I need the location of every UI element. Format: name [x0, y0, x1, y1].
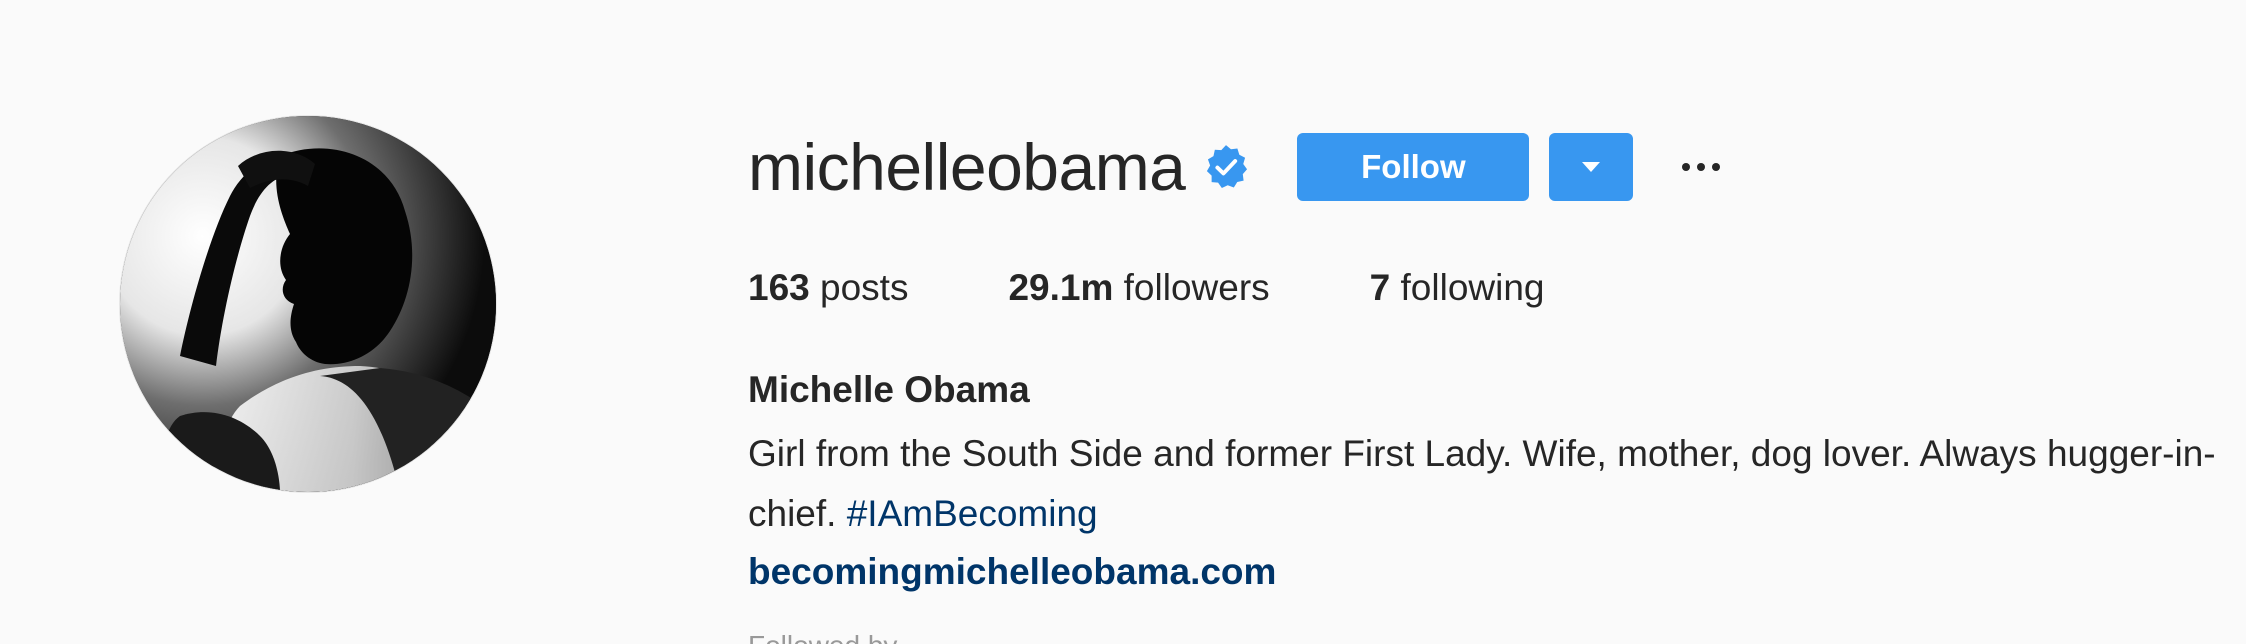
posts-stat: 163 posts — [748, 262, 908, 314]
posts-label: posts — [820, 267, 909, 308]
followed-by-text[interactable]: Followed by — [748, 626, 897, 644]
profile-page: michelleobama Follow 163 posts 29.1m fol… — [0, 0, 2246, 644]
website-link[interactable]: becomingmichelleobama.com — [748, 546, 1276, 598]
bio-hashtag-link[interactable]: #IAmBecoming — [847, 493, 1098, 534]
bio: Girl from the South Side and former Firs… — [748, 424, 2246, 544]
profile-info: michelleobama Follow 163 posts 29.1m fol… — [748, 0, 2246, 644]
suggested-dropdown-button[interactable] — [1549, 133, 1634, 201]
followers-stat[interactable]: 29.1m followers — [1008, 262, 1269, 314]
followers-label: followers — [1123, 267, 1270, 308]
following-count: 7 — [1369, 267, 1391, 308]
username: michelleobama — [748, 130, 1186, 204]
following-label: following — [1400, 267, 1545, 308]
profile-header-row: michelleobama Follow — [748, 126, 1731, 208]
posts-count: 163 — [748, 267, 810, 308]
triangle-down-icon — [1582, 162, 1601, 172]
avatar-photo — [120, 116, 496, 492]
ellipsis-icon — [1682, 163, 1721, 171]
following-stat[interactable]: 7 following — [1370, 262, 1545, 314]
follow-button[interactable]: Follow — [1297, 133, 1530, 201]
more-options-button[interactable] — [1671, 133, 1731, 201]
full-name: Michelle Obama — [748, 369, 1030, 410]
followers-count: 29.1m — [1008, 267, 1114, 308]
verified-badge-icon — [1203, 144, 1249, 190]
profile-stats: 163 posts 29.1m followers 7 following — [748, 262, 1645, 314]
avatar[interactable] — [120, 116, 496, 492]
